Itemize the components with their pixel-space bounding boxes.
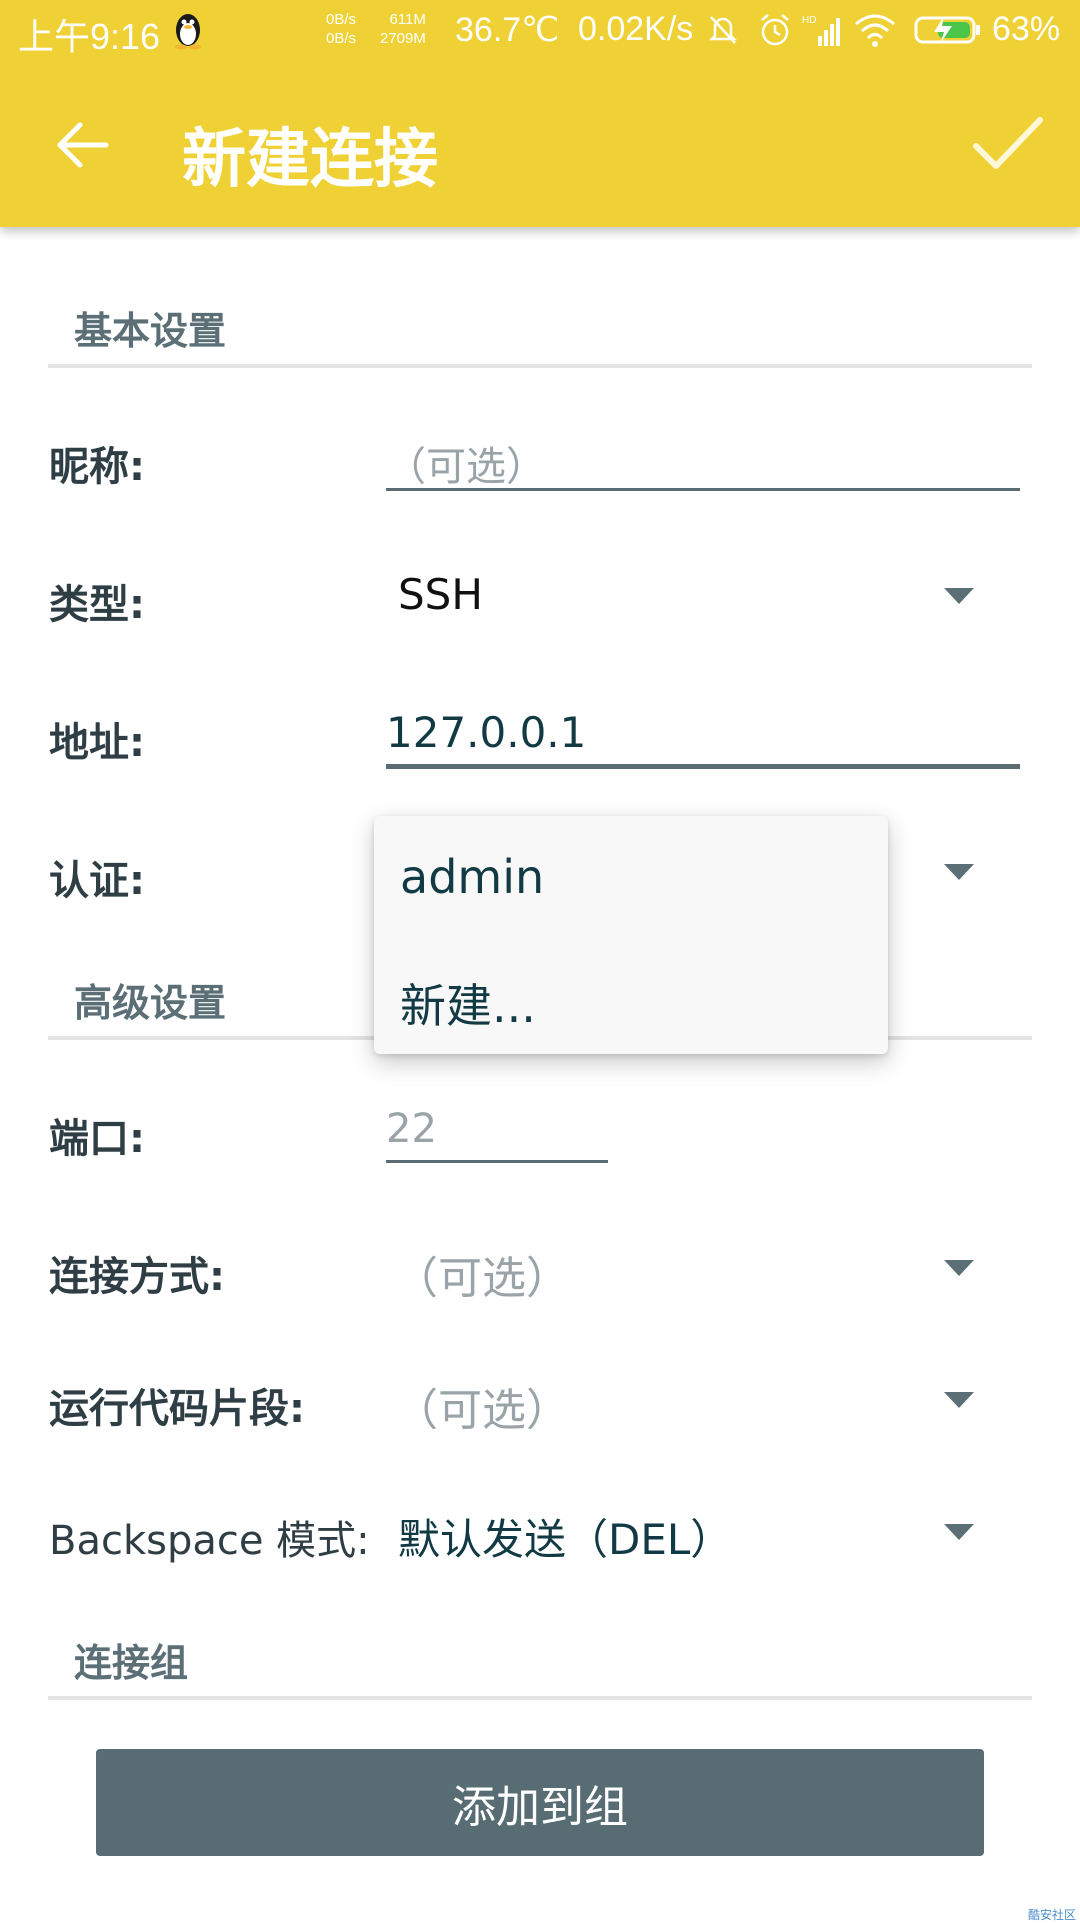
backspace-mode-value: 默认发送（DEL） <box>398 1515 733 1564</box>
run-snippet-placeholder: （可选） <box>394 1385 570 1436</box>
run-snippet-caret-icon[interactable] <box>944 1392 974 1408</box>
nickname-underline <box>386 488 1020 491</box>
auth-dropdown-caret-icon[interactable] <box>944 864 974 880</box>
backspace-mode-caret-icon[interactable] <box>944 1524 974 1540</box>
back-arrow-icon[interactable] <box>52 115 112 175</box>
hd-signal-icon: HD <box>802 15 840 46</box>
nickname-placeholder: （可选） <box>386 444 546 490</box>
port-label: 端口: <box>49 1116 145 1162</box>
auth-option-new[interactable]: 新建... <box>400 970 536 1036</box>
run-snippet-dropdown[interactable]: （可选） <box>386 1360 1020 1436</box>
type-dropdown[interactable]: SSH <box>386 556 1020 636</box>
section-divider <box>48 364 1032 368</box>
run-snippet-label: 运行代码片段: <box>49 1386 305 1432</box>
port-underline <box>386 1160 608 1163</box>
temperature-readout: 36.7℃ <box>455 11 560 49</box>
battery-percent: 63% <box>992 10 1061 48</box>
address-input[interactable]: 127.0.0.1 <box>386 696 1020 768</box>
check-icon[interactable] <box>970 112 1046 176</box>
section-connection-group: 连接组 <box>74 1641 189 1685</box>
connect-mode-label: 连接方式: <box>49 1254 225 1300</box>
type-label: 类型: <box>49 582 145 628</box>
connect-mode-dropdown[interactable]: （可选） <box>386 1228 1020 1304</box>
memory-readout: 611M 2709M <box>380 11 426 47</box>
app-bar: 上午9:16 0B/s 0B/s 611M 2709M 36.7℃ 0.02K/… <box>0 0 1080 227</box>
section-divider <box>48 1696 1032 1700</box>
auth-label: 认证: <box>49 858 145 904</box>
status-bar: 上午9:16 0B/s 0B/s 611M 2709M 36.7℃ 0.02K/… <box>0 0 1080 62</box>
port-input[interactable]: 22 <box>386 1094 606 1164</box>
connect-mode-caret-icon[interactable] <box>944 1260 974 1276</box>
backspace-mode-dropdown[interactable]: 默认发送（DEL） <box>386 1494 1020 1570</box>
wifi-icon <box>855 14 895 47</box>
battery-charging-icon <box>914 16 980 44</box>
port-placeholder: 22 <box>386 1106 437 1152</box>
section-basic-settings: 基本设置 <box>74 309 227 353</box>
nickname-label: 昵称: <box>49 444 145 490</box>
net-speed-small: 0B/s 0B/s <box>326 11 357 47</box>
type-value: SSH <box>398 570 483 619</box>
address-label: 地址: <box>49 720 145 766</box>
qq-penguin-icon <box>175 14 201 50</box>
auth-dropdown-menu: admin 新建... <box>374 816 888 1054</box>
type-dropdown-caret-icon[interactable] <box>944 588 974 604</box>
nickname-input[interactable]: （可选） <box>386 420 1020 492</box>
address-value: 127.0.0.1 <box>386 708 587 757</box>
backspace-mode-label: Backspace 模式: <box>49 1518 370 1564</box>
auth-option-admin[interactable]: admin <box>400 850 544 904</box>
speed-readout: 0.02K/s <box>578 10 694 48</box>
status-time: 上午9:16 <box>18 16 161 57</box>
add-to-group-button[interactable]: 添加到组 <box>96 1749 984 1856</box>
page-title: 新建连接 <box>182 123 438 197</box>
svg-text:HD: HD <box>802 15 816 26</box>
mute-icon <box>708 16 738 44</box>
watermark: 酷安社区 <box>1028 1908 1077 1922</box>
address-underline <box>386 764 1020 769</box>
connect-mode-placeholder: （可选） <box>394 1253 570 1304</box>
alarm-icon <box>761 14 789 46</box>
section-advanced-settings: 高级设置 <box>74 981 227 1025</box>
